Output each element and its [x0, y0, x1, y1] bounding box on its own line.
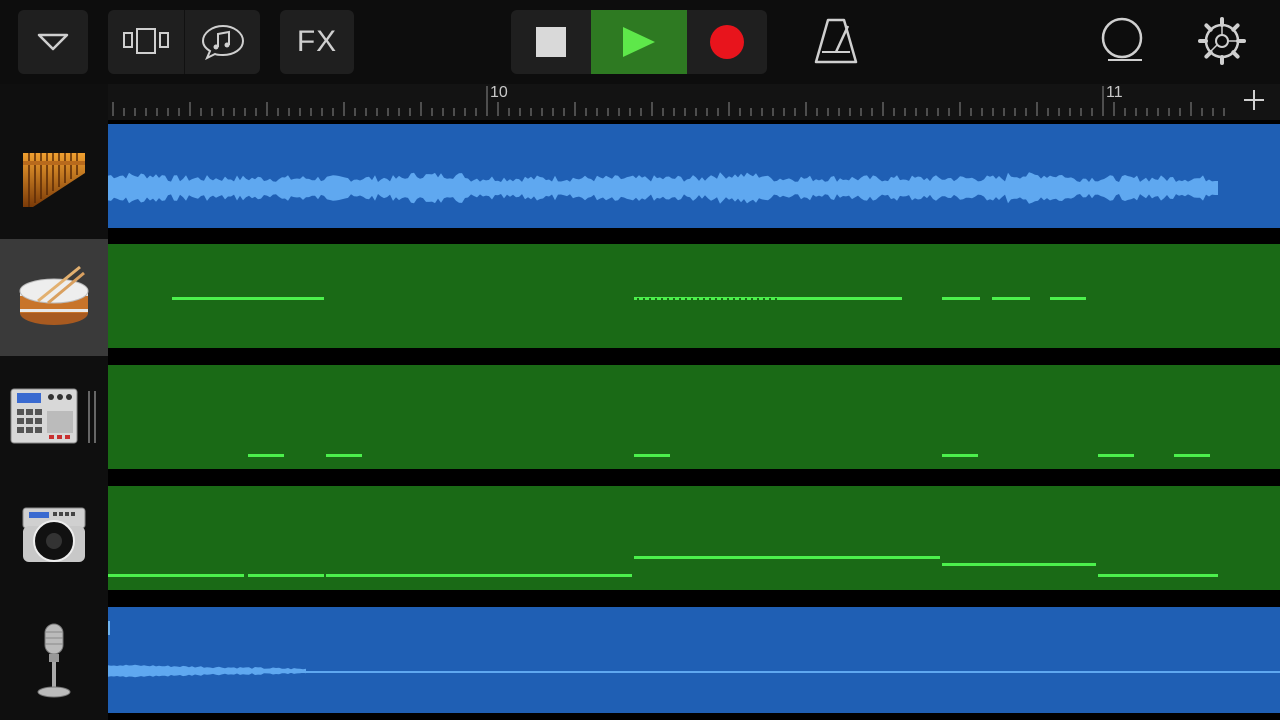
midi-note [942, 454, 978, 457]
waveform-pan-flute [108, 172, 1218, 204]
track-view-icon [123, 28, 169, 54]
browser-button[interactable] [185, 10, 260, 74]
track-view-button[interactable] [108, 10, 184, 74]
track-header-bass-synth[interactable] [0, 475, 108, 594]
midi-note [1174, 454, 1210, 457]
notes-bass-synth [108, 556, 1218, 577]
ruler-ticks [112, 86, 1225, 116]
region-vocal[interactable] [108, 607, 1280, 713]
control-bar: FX [0, 0, 1280, 84]
region-pan-flute[interactable] [108, 124, 1280, 228]
loop-button[interactable] [1098, 16, 1148, 66]
loop-icon [1101, 17, 1143, 61]
music-bubble-icon [201, 24, 244, 60]
tracks-menu-button[interactable] [18, 10, 88, 74]
metronome-button[interactable] [812, 16, 860, 68]
plus-icon [1244, 90, 1264, 110]
region-drums[interactable] [108, 244, 1280, 348]
view-button-group [108, 10, 260, 74]
pan-flute-icon [23, 152, 85, 207]
midi-note [326, 574, 632, 577]
settings-button[interactable] [1197, 16, 1247, 66]
midi-note [942, 297, 980, 300]
midi-note [634, 454, 670, 457]
midi-note [248, 454, 284, 457]
fx-button[interactable]: FX [280, 10, 354, 74]
region-beat-sequencer[interactable] [108, 365, 1280, 469]
play-icon [623, 27, 655, 57]
track-header-vocal[interactable] [0, 599, 108, 720]
waveform-vocal [108, 621, 1280, 678]
midi-note [1050, 297, 1086, 300]
fx-label: FX [296, 25, 338, 58]
add-section-button[interactable] [1242, 88, 1266, 117]
record-button[interactable] [687, 10, 767, 74]
metronome-icon [814, 18, 858, 64]
stop-icon [536, 27, 566, 57]
notes-drums [172, 297, 1086, 300]
track-header-column [0, 84, 108, 720]
microphone-icon [37, 623, 71, 697]
track-header-pan-flute[interactable] [0, 120, 108, 239]
play-button[interactable] [591, 10, 687, 74]
gear-icon [1198, 17, 1246, 65]
boombox-icon [22, 507, 86, 562]
region-bass-synth[interactable] [108, 486, 1280, 590]
midi-note [108, 574, 244, 577]
track-header-beat-sequencer[interactable] [0, 356, 108, 475]
chevron-down-icon [37, 33, 69, 51]
midi-note [1098, 574, 1218, 577]
midi-note [172, 297, 324, 300]
midi-note [992, 297, 1030, 300]
drum-machine-icon [10, 388, 96, 443]
timeline-ruler[interactable]: 10 11 [108, 84, 1280, 120]
midi-note [942, 563, 1096, 566]
bar-11-label: 11 [1106, 84, 1123, 101]
midi-note [248, 574, 324, 577]
record-icon [710, 25, 744, 59]
midi-note [326, 454, 362, 457]
bar-10-label: 10 [490, 84, 508, 101]
stop-button[interactable] [511, 10, 591, 74]
snare-drum-icon [19, 265, 89, 325]
track-header-drums[interactable] [0, 239, 108, 356]
midi-note [1098, 454, 1134, 457]
notes-beat-sequencer [248, 454, 1210, 457]
transport-controls [511, 10, 767, 74]
midi-note [634, 556, 940, 559]
